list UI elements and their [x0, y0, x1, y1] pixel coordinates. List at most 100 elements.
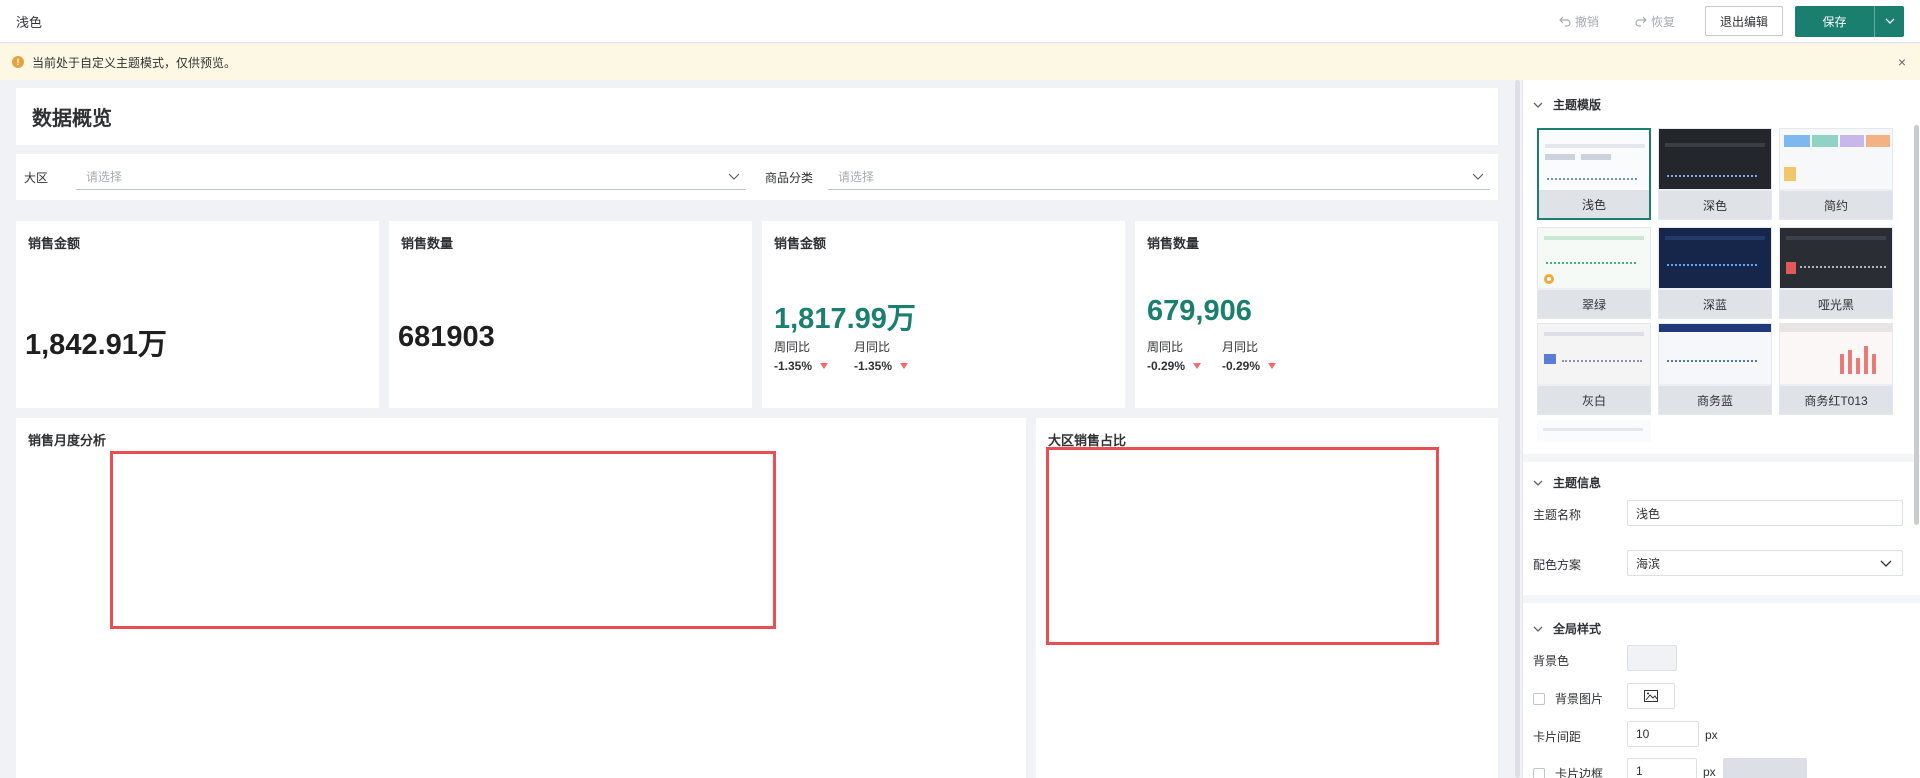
mom-value-wrap: -0.29% — [1222, 359, 1277, 373]
theme-name-label: 主题名称 — [1533, 508, 1582, 522]
card-gap-label: 卡片间距 — [1533, 730, 1582, 744]
card-gap-input[interactable]: 10 — [1627, 721, 1699, 747]
filter-bar: 大区 请选择 商品分类 请选择 — [16, 154, 1498, 200]
chart-placeholder — [1046, 447, 1439, 645]
bg-image-row: 背景图片 — [1533, 690, 1603, 707]
filter-region: 大区 — [24, 154, 48, 200]
kpi-title: 销售数量 — [1147, 236, 1200, 251]
kpi-value: 1,842.91万 — [25, 329, 167, 361]
theme-title: 浅色 — [16, 14, 43, 30]
theme-card-gray-white[interactable]: 灰白 — [1537, 323, 1651, 415]
theme-card-partial[interactable] — [1537, 420, 1651, 442]
category-select[interactable]: 请选择 — [828, 164, 1490, 190]
panel-scrollbar[interactable] — [1914, 125, 1919, 525]
chevron-down-icon — [728, 173, 740, 180]
down-arrow-icon — [1193, 363, 1202, 369]
notice-bar: ! 当前处于自定义主题模式，仅供预览。 × — [0, 44, 1920, 80]
theme-thumbnail — [1780, 129, 1892, 189]
undo-button[interactable]: 撤销 — [1559, 13, 1599, 30]
theme-name: 深蓝 — [1659, 290, 1771, 318]
chevron-down-icon — [1885, 18, 1894, 24]
theme-name: 商务蓝 — [1659, 386, 1771, 414]
down-arrow-icon — [900, 363, 909, 369]
bg-image-upload-button[interactable] — [1627, 683, 1675, 709]
bg-image-label: 背景图片 — [1555, 692, 1604, 706]
card-border-label: 卡片边框 — [1555, 767, 1604, 778]
theme-card-business-red[interactable]: 商务红T013 — [1779, 323, 1893, 415]
redo-button[interactable]: 恢复 — [1635, 13, 1675, 30]
chevron-down-icon — [1533, 102, 1543, 108]
kpi-title: 销售数量 — [401, 236, 454, 251]
filter-label: 商品分类 — [765, 170, 814, 185]
theme-card-business-blue[interactable]: 商务蓝 — [1658, 323, 1772, 415]
down-arrow-icon — [820, 363, 829, 369]
bg-image-checkbox[interactable] — [1533, 692, 1545, 705]
down-arrow-icon — [1268, 363, 1277, 369]
color-scheme-select[interactable]: 海滨 — [1627, 550, 1903, 576]
canvas-scrollbar[interactable] — [1515, 80, 1520, 778]
kpi-title: 销售金额 — [28, 236, 81, 251]
theme-thumbnail — [1780, 324, 1892, 384]
wow-value: -1.35% — [774, 359, 813, 373]
theme-card-deep-blue[interactable]: 深蓝 — [1658, 227, 1772, 319]
notice-text: 当前处于自定义主题模式，仅供预览。 — [32, 55, 237, 70]
redo-label: 恢复 — [1650, 14, 1675, 29]
theme-settings-panel: 主题模版 浅色 深色 简约 翠绿 深蓝 哑光黑 灰白 商务蓝 商务红T013 主… — [1522, 80, 1920, 778]
wow-value-wrap: -0.29% — [1147, 359, 1202, 373]
page-title: 数据概览 — [16, 88, 1498, 145]
chevron-down-icon — [1533, 480, 1543, 486]
chevron-down-icon — [1880, 560, 1892, 567]
card-border-color-swatch[interactable] — [1723, 758, 1807, 778]
card-border-checkbox[interactable] — [1533, 767, 1545, 778]
save-button[interactable]: 保存 — [1795, 6, 1874, 37]
kpi-card: 销售金额 1,817.99万 周同比 月同比 -1.35% -1.35% — [762, 221, 1125, 408]
section-title: 主题信息 — [1553, 476, 1602, 490]
kpi-value: 679,906 — [1147, 295, 1252, 327]
image-icon — [1644, 690, 1658, 702]
card-border-input[interactable]: 1 — [1627, 758, 1697, 778]
section-title: 全局样式 — [1553, 622, 1602, 636]
warning-icon: ! — [12, 56, 24, 68]
save-dropdown-button[interactable] — [1874, 5, 1904, 37]
theme-thumbnail — [1659, 129, 1771, 189]
section-info-header[interactable]: 主题信息 — [1533, 474, 1601, 491]
theme-name-input[interactable]: 浅色 — [1627, 500, 1903, 526]
mom-label: 月同比 — [1222, 340, 1259, 354]
section-global-header[interactable]: 全局样式 — [1533, 620, 1601, 637]
kpi-card: 销售金额 1,842.91万 — [16, 221, 379, 408]
color-scheme-value: 海滨 — [1636, 556, 1661, 571]
theme-name: 灰白 — [1538, 386, 1650, 414]
kpi-value: 681903 — [398, 321, 495, 353]
theme-card-green[interactable]: 翠绿 — [1537, 227, 1651, 319]
bg-color-swatch[interactable] — [1627, 645, 1677, 671]
theme-card-simple[interactable]: 简约 — [1779, 128, 1893, 220]
card-border-unit: px — [1703, 765, 1716, 778]
theme-thumbnail — [1780, 228, 1892, 288]
kpi-title: 销售金额 — [774, 236, 827, 251]
section-templates-header[interactable]: 主题模版 — [1533, 96, 1601, 113]
kpi-card: 销售数量 679,906 周同比 月同比 -0.29% -0.29% — [1135, 221, 1498, 408]
theme-name: 商务红T013 — [1780, 386, 1892, 414]
theme-card-matte-black[interactable]: 哑光黑 — [1779, 227, 1893, 319]
region-placeholder: 请选择 — [86, 170, 123, 184]
undo-label: 撤销 — [1574, 14, 1599, 29]
wow-label: 周同比 — [1147, 340, 1184, 354]
save-button-group: 保存 — [1795, 5, 1904, 37]
theme-thumbnail — [1538, 324, 1650, 384]
close-icon[interactable]: × — [1898, 54, 1906, 70]
mom-value: -1.35% — [854, 359, 893, 373]
theme-thumbnail — [1539, 130, 1649, 190]
region-select[interactable]: 请选择 — [76, 164, 746, 190]
card-gap-unit: px — [1705, 728, 1718, 742]
section-title: 主题模版 — [1553, 98, 1602, 112]
top-bar: 浅色 撤销 恢复 退出编辑 保存 — [0, 0, 1920, 43]
card-border-row: 卡片边框 — [1533, 765, 1603, 778]
section-divider — [1523, 595, 1920, 603]
theme-card-light[interactable]: 浅色 — [1537, 128, 1651, 220]
filter-category: 商品分类 — [765, 154, 813, 200]
wow-value-wrap: -1.35% — [774, 359, 829, 373]
monthly-sales-chart: 销售月度分析 — [16, 418, 1026, 778]
exit-edit-button[interactable]: 退出编辑 — [1704, 6, 1783, 36]
theme-card-dark[interactable]: 深色 — [1658, 128, 1772, 220]
mom-label: 月同比 — [854, 340, 891, 354]
